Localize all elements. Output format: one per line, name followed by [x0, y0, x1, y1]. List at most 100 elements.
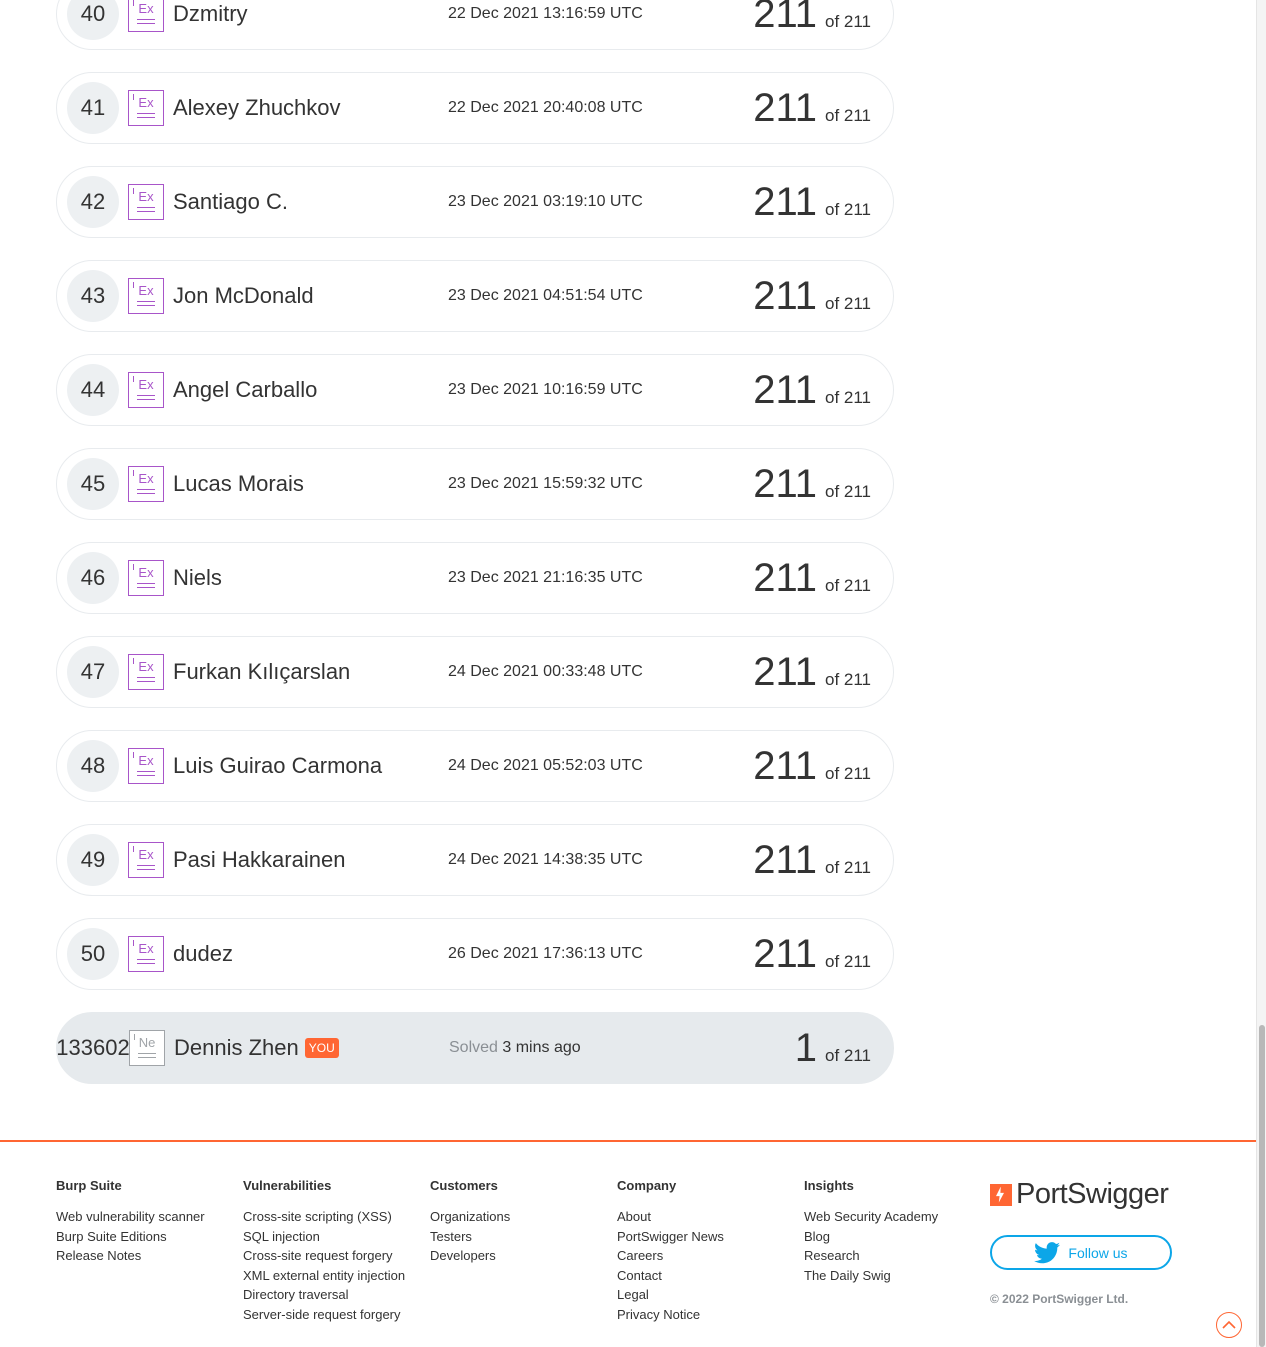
score: 211 of 211	[753, 274, 871, 319]
solved-date: 24 Dec 2021 05:52:03 UTC	[448, 757, 643, 774]
footer-link[interactable]: SQL injection	[243, 1227, 405, 1247]
expert-badge-icon: Ex	[128, 748, 164, 784]
score: 211 of 211	[753, 744, 871, 789]
footer-link[interactable]: Contact	[617, 1266, 724, 1286]
footer-link[interactable]: PortSwigger News	[617, 1227, 724, 1247]
footer-link[interactable]: Burp Suite Editions	[56, 1227, 205, 1247]
rank-number: 50	[67, 928, 119, 980]
score-value: 211	[753, 179, 817, 224]
solved-when: 3 mins ago	[502, 1039, 581, 1056]
score-value: 211	[753, 273, 817, 318]
score-value: 1	[794, 1025, 817, 1070]
rank-number: 41	[67, 82, 119, 134]
footer-link[interactable]: Blog	[804, 1227, 938, 1247]
portswigger-logo-icon	[990, 1183, 1012, 1206]
score: 211 of 211	[753, 462, 871, 507]
footer-link[interactable]: Directory traversal	[243, 1285, 405, 1305]
score-total: of 211	[824, 951, 871, 971]
user-name: Dennis Zhen YOU	[174, 1035, 449, 1061]
solved-date: Solved 3 mins ago	[449, 1039, 749, 1057]
footer-link[interactable]: Cross-site request forgery	[243, 1246, 405, 1266]
footer-link[interactable]: The Daily Swig	[804, 1266, 938, 1286]
footer-heading: Insights	[804, 1178, 854, 1193]
footer-link[interactable]: Research	[804, 1246, 938, 1266]
back-to-top-button[interactable]	[1216, 1312, 1242, 1338]
leaderboard-row: 44 Ex Angel Carballo 23 Dec 2021 10:16:5…	[56, 354, 894, 426]
leaderboard-row: 43 Ex Jon McDonald 23 Dec 2021 04:51:54 …	[56, 260, 894, 332]
rank-number: 44	[67, 364, 119, 416]
score-total: of 211	[824, 857, 871, 877]
leaderboard-row: 48 Ex Luis Guirao Carmona 24 Dec 2021 05…	[56, 730, 894, 802]
score-total: of 211	[824, 481, 871, 501]
solved-date: 23 Dec 2021 04:51:54 UTC	[448, 287, 643, 304]
footer-link[interactable]: Testers	[430, 1227, 510, 1247]
footer-link[interactable]: Cross-site scripting (XSS)	[243, 1207, 405, 1227]
solved-label: Solved	[449, 1039, 498, 1056]
score-value: 211	[753, 743, 817, 788]
footer-link[interactable]: XML external entity injection	[243, 1266, 405, 1286]
rank-number: 47	[67, 646, 119, 698]
solved-date: 24 Dec 2021 14:38:35 UTC	[448, 851, 643, 868]
leaderboard-row: 45 Ex Lucas Morais 23 Dec 2021 15:59:32 …	[56, 448, 894, 520]
expert-badge-icon: Ex	[128, 0, 164, 32]
footer-link[interactable]: Web vulnerability scanner	[56, 1207, 205, 1227]
footer-link[interactable]: Developers	[430, 1246, 510, 1266]
footer-link[interactable]: Web Security Academy	[804, 1207, 938, 1227]
rank-number: 46	[67, 552, 119, 604]
copyright: © 2022 PortSwigger Ltd.	[990, 1292, 1129, 1306]
solved-date: 23 Dec 2021 15:59:32 UTC	[448, 475, 643, 492]
user-name: Dzmitry	[173, 1, 248, 26]
footer-col-insights: Insights Web Security Academy Blog Resea…	[804, 1178, 938, 1285]
current-user-row: 133602 Ne Dennis Zhen YOU Solved 3 mins a…	[56, 1012, 894, 1084]
leaderboard-row: 40 Ex Dzmitry 22 Dec 2021 13:16:59 UTC 2…	[56, 0, 894, 50]
expert-badge-icon: Ex	[128, 842, 164, 878]
footer-col-company: Company About PortSwigger News Careers C…	[617, 1178, 724, 1325]
footer-link[interactable]: Careers	[617, 1246, 724, 1266]
footer-link[interactable]: Organizations	[430, 1207, 510, 1227]
leaderboard-row: 49 Ex Pasi Hakkarainen 24 Dec 2021 14:38…	[56, 824, 894, 896]
score: 211 of 211	[753, 368, 871, 413]
footer-link[interactable]: Privacy Notice	[617, 1305, 724, 1325]
user-name: Alexey Zhuchkov	[173, 95, 341, 120]
solved-date: 23 Dec 2021 03:19:10 UTC	[448, 193, 643, 210]
footer-link[interactable]: Legal	[617, 1285, 724, 1305]
score-value: 211	[753, 837, 817, 882]
score: 211 of 211	[753, 838, 871, 883]
score-value: 211	[753, 367, 817, 412]
score-total: of 211	[824, 669, 871, 689]
leaderboard-list: 40 Ex Dzmitry 22 Dec 2021 13:16:59 UTC 2…	[56, 0, 894, 1106]
solved-date: 24 Dec 2021 00:33:48 UTC	[448, 663, 643, 680]
score-total: of 211	[824, 11, 871, 31]
leaderboard-row: 46 Ex Niels 23 Dec 2021 21:16:35 UTC 211…	[56, 542, 894, 614]
score-value: 211	[753, 649, 817, 694]
footer-col-customers: Customers Organizations Testers Develope…	[430, 1178, 510, 1266]
footer-link[interactable]: Release Notes	[56, 1246, 205, 1266]
portswigger-logo[interactable]: PortSwigger	[990, 1178, 1172, 1211]
score-total: of 211	[824, 293, 871, 313]
footer-heading: Vulnerabilities	[243, 1178, 332, 1193]
scrollbar-thumb[interactable]	[1259, 1025, 1265, 1347]
user-name: Jon McDonald	[173, 283, 314, 308]
expert-badge-icon: Ex	[128, 654, 164, 690]
score-total: of 211	[824, 387, 871, 407]
leaderboard-row: 47 Ex Furkan Kılıçarslan 24 Dec 2021 00:…	[56, 636, 894, 708]
footer-link[interactable]: Server-side request forgery	[243, 1305, 405, 1325]
expert-badge-icon: Ex	[128, 560, 164, 596]
you-badge: YOU	[304, 1038, 339, 1058]
score-total: of 211	[824, 1045, 871, 1065]
follow-label: Follow us	[1068, 1244, 1128, 1261]
user-name: Niels	[173, 565, 222, 590]
rank-number: 48	[67, 740, 119, 792]
footer-col-vulnerabilities: Vulnerabilities Cross-site scripting (XS…	[243, 1178, 405, 1325]
solved-date: 23 Dec 2021 10:16:59 UTC	[448, 381, 643, 398]
user-name: Furkan Kılıçarslan	[173, 659, 351, 684]
score: 211 of 211	[753, 932, 871, 977]
expert-badge-icon: Ex	[128, 278, 164, 314]
score: 211 of 211	[753, 0, 871, 37]
page-scrollbar[interactable]	[1256, 0, 1266, 1347]
logo-text: PortSwigger	[1016, 1178, 1169, 1210]
twitter-follow-button[interactable]: Follow us	[990, 1235, 1172, 1270]
footer-link[interactable]: About	[617, 1207, 724, 1227]
footer-col-burp-suite: Burp Suite Web vulnerability scanner Bur…	[56, 1178, 205, 1266]
leaderboard-row: 42 Ex Santiago C. 23 Dec 2021 03:19:10 U…	[56, 166, 894, 238]
